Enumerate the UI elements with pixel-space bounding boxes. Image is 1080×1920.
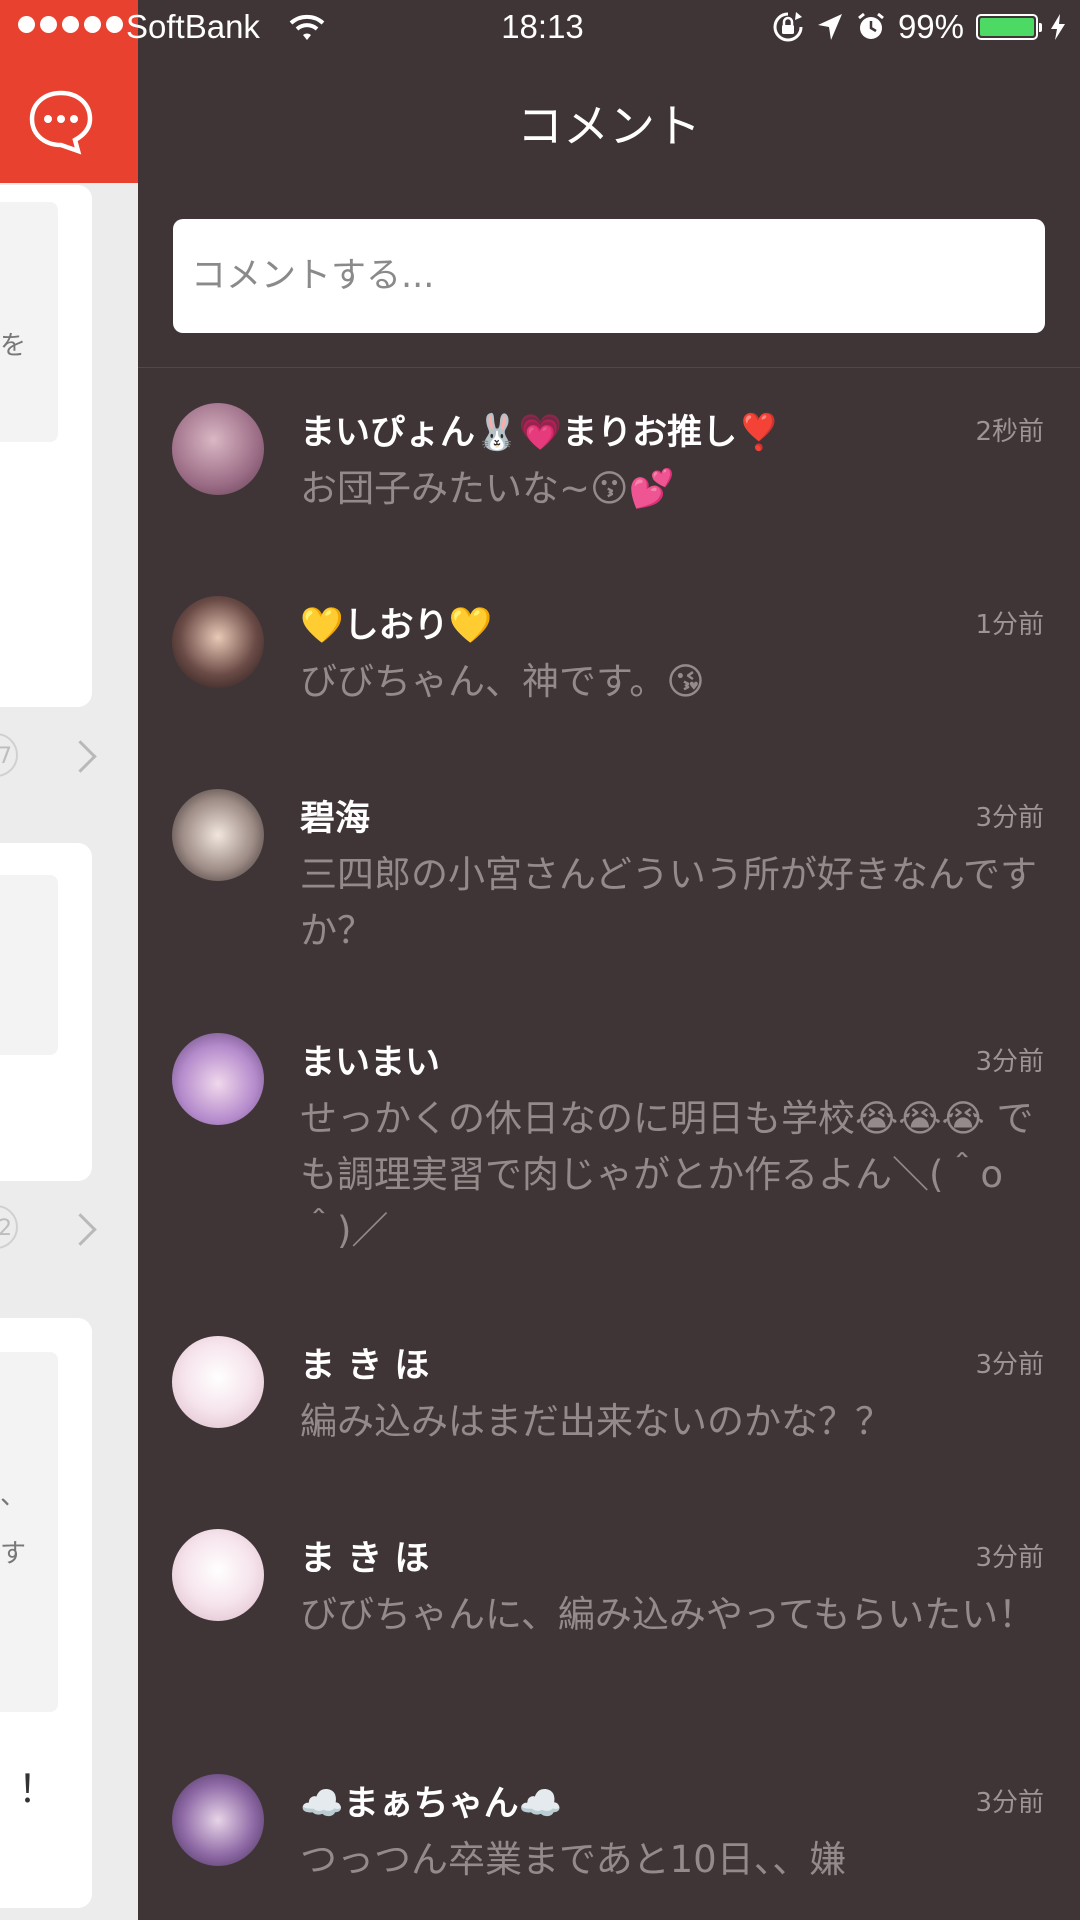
status-bar: SoftBank 18:13 99%: [0, 0, 1080, 56]
comment-text: 三四郎の小宮さんどういう所が好きなんですか？: [300, 853, 1038, 952]
comment-timestamp: 3分前: [975, 1350, 1044, 1380]
feed-text-fragment: を: [0, 331, 27, 361]
feed-card[interactable]: [0, 843, 92, 1181]
feed-text-fragment: 、: [0, 1481, 27, 1511]
chat-bubble-icon[interactable]: [28, 89, 94, 155]
comment-timestamp: 3分前: [975, 1543, 1044, 1573]
battery-percentage: 99%: [897, 8, 964, 45]
chevron-right-icon[interactable]: [64, 1213, 97, 1246]
feed-card-image: [0, 1352, 58, 1712]
page-title: コメント: [517, 99, 701, 153]
comment-timestamp: 3分前: [975, 803, 1044, 833]
comment-username[interactable]: ま き ほ: [300, 1530, 429, 1581]
comment-username[interactable]: まいまい: [300, 1034, 440, 1085]
avatar[interactable]: [172, 1529, 264, 1621]
rotation-lock-icon: [773, 12, 803, 42]
comment-username[interactable]: ま き ほ: [300, 1337, 429, 1388]
feed-card-image: [0, 875, 58, 1055]
comment-text: せっかくの休日なのに明日も学校😭😭😭 でも調理実習で肉じゃがとか作るよん＼(＾o…: [300, 1097, 1034, 1252]
comment-username[interactable]: ☁️まぁちゃん☁️: [300, 1775, 562, 1826]
avatar[interactable]: [172, 1336, 264, 1428]
like-count-badge[interactable]: 2: [0, 1205, 18, 1249]
feed-text-fragment: ！: [18, 1767, 57, 1811]
comment-text: 編み込みはまだ出来ないのかな？？: [300, 1400, 892, 1443]
comment-text: びびちゃん、神です。😘: [300, 660, 705, 703]
comment-timestamp: 3分前: [975, 1047, 1044, 1077]
comment-timestamp: 3分前: [975, 1788, 1044, 1818]
like-count-badge[interactable]: 7: [0, 733, 18, 777]
avatar[interactable]: [172, 403, 264, 495]
comment-timestamp: 2秒前: [975, 417, 1044, 447]
comment-input[interactable]: [173, 219, 1045, 333]
comment-panel: コメント まいぴょん🐰💗まりお推し❣️ 2秒前 お団子みたいな~😗💕 💛しおり💛…: [138, 0, 1080, 1920]
comment-text: つっつん卒業まであと10日、、嫌: [300, 1838, 847, 1881]
comment-timestamp: 1分前: [975, 610, 1044, 640]
comment-username[interactable]: まいぴょん🐰💗まりお推し❣️: [300, 404, 781, 455]
feed-text-fragment: す: [0, 1539, 27, 1569]
charging-bolt-icon: [1051, 14, 1065, 40]
avatar[interactable]: [172, 1774, 264, 1866]
location-arrow-icon: [817, 14, 842, 40]
background-feed: を 7 2 、 す ！: [0, 0, 138, 1920]
feed-card-image: [0, 202, 58, 442]
avatar[interactable]: [172, 789, 264, 881]
alarm-clock-icon: [858, 12, 884, 39]
comment-text: びびちゃんに、編み込みやってもらいたい！: [300, 1593, 1036, 1636]
comment-username[interactable]: 碧海: [300, 790, 370, 841]
comment-text: お団子みたいな~😗💕: [300, 467, 675, 510]
avatar[interactable]: [172, 1033, 264, 1125]
battery-icon: [976, 14, 1042, 40]
comment-username[interactable]: 💛しおり💛: [300, 597, 492, 648]
avatar[interactable]: [172, 596, 264, 688]
chevron-right-icon[interactable]: [64, 740, 97, 773]
divider: [138, 367, 1080, 368]
feed-card[interactable]: 、 す ！: [0, 1318, 92, 1908]
feed-card[interactable]: を: [0, 185, 92, 707]
